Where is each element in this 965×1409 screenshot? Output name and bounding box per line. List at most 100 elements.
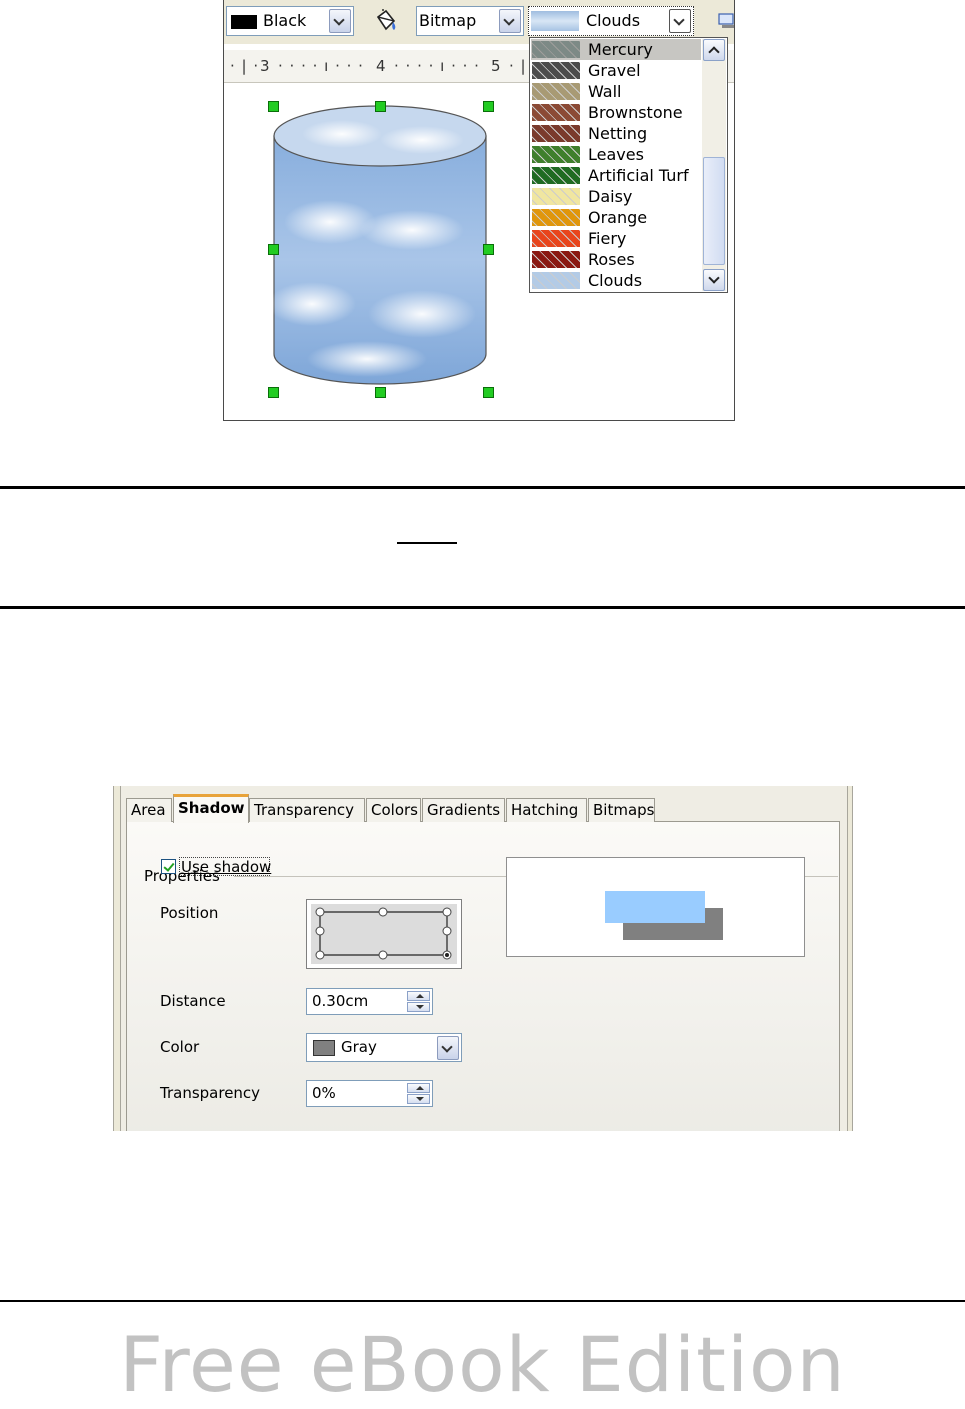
color-dropdown-button[interactable]	[437, 1036, 459, 1060]
resize-handle[interactable]	[268, 244, 279, 255]
bitmap-list-item[interactable]: Mercury	[531, 39, 701, 60]
line-color-combo[interactable]: Black	[226, 6, 354, 36]
short-rule	[397, 542, 457, 544]
tab-shadow[interactable]: Shadow	[173, 794, 249, 823]
bitmap-thumbnail	[532, 209, 580, 226]
bitmap-list-item[interactable]: Wall	[531, 81, 701, 102]
bitmap-thumbnail	[532, 104, 580, 121]
bitmap-list-item[interactable]: Daisy	[531, 186, 701, 207]
bitmap-item-label: Mercury	[588, 40, 653, 59]
resize-handle[interactable]	[483, 387, 494, 398]
scroll-thumb[interactable]	[703, 157, 725, 265]
resize-handle[interactable]	[375, 387, 386, 398]
ruler-tick-3: 3	[260, 57, 271, 75]
bitmap-value: Clouds	[586, 11, 641, 30]
resize-handle[interactable]	[483, 244, 494, 255]
bitmap-item-label: Orange	[588, 208, 648, 227]
position-points[interactable]	[311, 904, 457, 964]
use-shadow-label[interactable]: Use shadow	[181, 858, 271, 876]
scroll-up-button[interactable]	[703, 39, 725, 61]
bitmap-list-item[interactable]: Artificial Turf	[531, 165, 701, 186]
bitmap-list-item[interactable]: Gravel	[531, 60, 701, 81]
transparency-field[interactable]: 0%	[306, 1080, 433, 1107]
transparency-value: 0%	[312, 1084, 336, 1102]
transparency-spinner[interactable]	[407, 1083, 430, 1104]
footer-divider	[0, 1300, 965, 1302]
tab-area[interactable]: Area	[126, 798, 172, 822]
bitmap-list-item[interactable]: Clouds	[531, 270, 701, 291]
bitmap-thumbnail	[532, 251, 580, 268]
cylinder-shape[interactable]	[272, 104, 488, 394]
dialog-edge-right	[847, 786, 853, 1131]
area-bitmap-screenshot: Black Bitmap Clouds · | · 3 · · · · ı · …	[223, 0, 735, 421]
bitmap-list-item[interactable]: Netting	[531, 123, 701, 144]
bitmap-list-item[interactable]: Orange	[531, 207, 701, 228]
distance-spinner[interactable]	[407, 991, 430, 1012]
scroll-down-button[interactable]	[703, 269, 725, 291]
section-divider-bottom	[0, 606, 965, 609]
ruler-tick-5: 5	[491, 57, 502, 75]
line-color-dropdown-button[interactable]	[329, 9, 351, 33]
bitmap-thumbnail	[532, 62, 580, 79]
bitmap-item-label: Netting	[588, 124, 648, 143]
shadow-toggle-icon[interactable]	[718, 12, 735, 30]
tab-bitmaps[interactable]: Bitmaps	[588, 798, 655, 822]
bitmap-combo[interactable]: Clouds	[528, 6, 694, 36]
line-color-value: Black	[263, 11, 307, 30]
bitmap-list-item[interactable]: Leaves	[531, 144, 701, 165]
paint-bucket-icon[interactable]	[371, 9, 399, 35]
resize-handle[interactable]	[268, 387, 279, 398]
distance-label: Distance	[160, 992, 226, 1010]
bitmap-thumbnail	[532, 167, 580, 184]
area-dialog-shadow-screenshot: Properties Use shadow Position Distance …	[113, 786, 853, 1131]
bitmap-item-label: Clouds	[588, 271, 643, 290]
resize-handle[interactable]	[375, 101, 386, 112]
bitmap-thumbnail	[532, 41, 580, 58]
bitmap-list-item[interactable]: Brownstone	[531, 102, 701, 123]
list-scrollbar[interactable]	[702, 39, 726, 291]
shadow-tab-panel: Properties Use shadow Position Distance …	[126, 821, 840, 1131]
position-label: Position	[160, 904, 219, 922]
bitmap-dropdown-button[interactable]	[669, 9, 691, 33]
transparency-label: Transparency	[160, 1084, 261, 1102]
resize-handle[interactable]	[268, 101, 279, 112]
preview-object	[605, 891, 705, 923]
color-label: Color	[160, 1038, 200, 1056]
area-style-dropdown-button[interactable]	[499, 9, 521, 33]
ruler-tick-4: 4	[376, 57, 387, 75]
bitmap-thumbnail	[532, 230, 580, 247]
bitmap-item-label: Fiery	[588, 229, 627, 248]
bitmap-item-label: Artificial Turf	[588, 166, 689, 185]
bitmap-item-label: Gravel	[588, 61, 641, 80]
position-selector[interactable]	[306, 899, 462, 969]
bitmap-thumbnail	[532, 188, 580, 205]
tab-gradients[interactable]: Gradients	[422, 798, 505, 822]
tab-colors[interactable]: Colors	[366, 798, 421, 822]
bitmap-dropdown-list[interactable]: Mercury Gravel Wall Brownstone Netting Leaves…	[529, 37, 728, 293]
color-swatch	[231, 15, 257, 29]
dialog-edge-left	[113, 786, 121, 1131]
tab-hatching[interactable]: Hatching	[506, 798, 587, 822]
use-shadow-checkbox[interactable]	[161, 859, 176, 874]
gray-swatch	[313, 1040, 335, 1056]
bitmap-thumbnail	[532, 83, 580, 100]
area-style-value: Bitmap	[419, 11, 477, 30]
footer-watermark: Free eBook Edition	[119, 1320, 846, 1409]
distance-field[interactable]: 0.30cm	[306, 988, 433, 1015]
bitmap-list-item[interactable]: Roses	[531, 249, 701, 270]
bitmap-thumbnail	[532, 272, 580, 289]
clouds-thumbnail	[531, 11, 579, 31]
bitmap-item-label: Wall	[588, 82, 622, 101]
resize-handle[interactable]	[483, 101, 494, 112]
distance-value: 0.30cm	[312, 992, 369, 1010]
shadow-preview	[506, 857, 805, 957]
bitmap-list-item[interactable]: Fiery	[531, 228, 701, 249]
bitmap-thumbnail	[532, 125, 580, 142]
color-value: Gray	[341, 1038, 377, 1056]
tab-transparency[interactable]: Transparency	[249, 798, 365, 822]
bitmap-item-label: Leaves	[588, 145, 644, 164]
area-style-combo[interactable]: Bitmap	[416, 6, 524, 36]
bitmap-item-label: Brownstone	[588, 103, 683, 122]
shadow-color-combo[interactable]: Gray	[306, 1033, 462, 1062]
bitmap-thumbnail	[532, 146, 580, 163]
